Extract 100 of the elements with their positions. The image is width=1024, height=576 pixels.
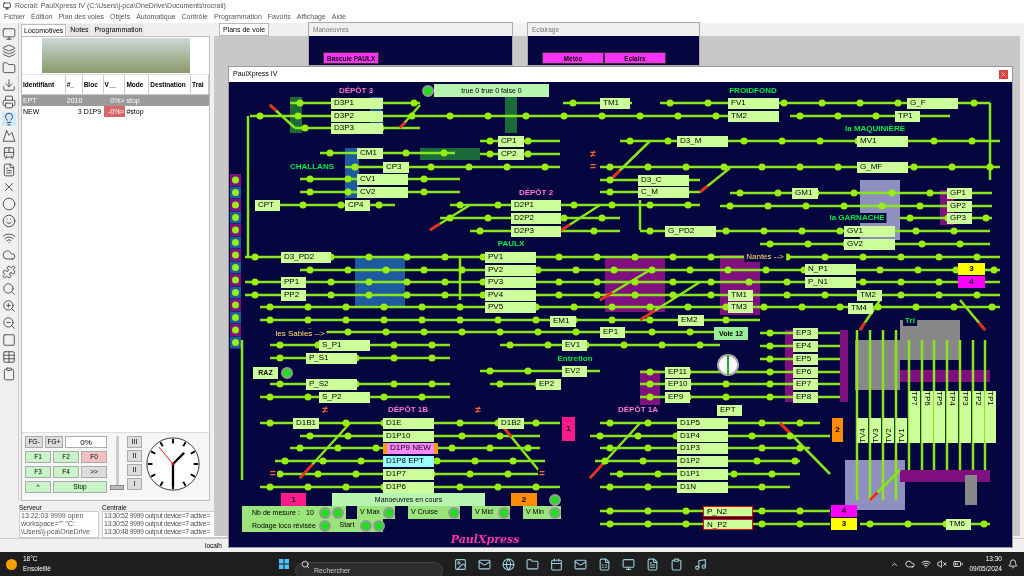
globe-icon[interactable] xyxy=(502,557,515,571)
track-block[interactable]: GV1 xyxy=(844,226,895,237)
track-block[interactable]: G_PD2 xyxy=(665,226,716,237)
track-block[interactable]: TM1 xyxy=(600,98,630,109)
track-block[interactable]: TM2 xyxy=(857,290,882,301)
track-block[interactable]: G_F xyxy=(907,98,958,109)
track-block[interactable]: D1P1 xyxy=(677,469,728,480)
track-block[interactable]: GV2 xyxy=(844,239,895,250)
mute-icon[interactable] xyxy=(937,559,948,569)
search-icon[interactable] xyxy=(2,282,16,296)
track-block[interactable]: D2P3 xyxy=(511,226,561,237)
track-block[interactable]: CP3 xyxy=(383,162,409,173)
track-block[interactable]: GP3 xyxy=(947,213,972,224)
clipboard-icon[interactable] xyxy=(2,367,16,381)
track-block[interactable]: D1P2 xyxy=(677,456,728,467)
track-block[interactable]: D1N xyxy=(677,482,728,493)
close-icon[interactable] xyxy=(2,180,16,194)
track-block[interactable]: CV2 xyxy=(357,187,408,198)
track-block[interactable]: PV3 xyxy=(485,277,536,288)
route-marker[interactable]: 2 xyxy=(832,418,843,442)
track-block[interactable]: D1P3 xyxy=(677,443,728,454)
track-block[interactable]: MV1 xyxy=(857,136,908,147)
track-block[interactable]: D1P7 xyxy=(383,469,434,480)
smiley-icon[interactable] xyxy=(2,214,16,228)
track-block[interactable]: TP7 xyxy=(909,391,920,443)
track-block[interactable]: P_S2 xyxy=(306,379,357,390)
track-block[interactable]: CV1 xyxy=(357,174,408,185)
track-block[interactable]: EP9 xyxy=(665,392,690,403)
track-block[interactable]: P_N2 xyxy=(703,506,753,517)
route-marker[interactable]: 3 xyxy=(831,518,857,530)
track-block[interactable]: D1P6 xyxy=(383,482,434,493)
track-block[interactable]: EP5 xyxy=(793,354,818,365)
track-block[interactable]: TM2 xyxy=(728,111,779,122)
spreadsheet-icon[interactable] xyxy=(598,557,611,571)
track-block[interactable]: D3P3 xyxy=(331,123,383,134)
clipboard-icon[interactable] xyxy=(670,557,683,571)
track-block[interactable]: D1B2 xyxy=(498,418,524,429)
track-block[interactable]: TP6 xyxy=(922,391,933,443)
track-block[interactable]: CM1 xyxy=(357,148,383,159)
track-block[interactable]: PP2 xyxy=(281,290,306,301)
track-block[interactable]: EPT xyxy=(717,405,742,416)
track-block[interactable]: GP2 xyxy=(947,201,972,212)
track-block[interactable]: GM1 xyxy=(792,188,818,199)
track-block[interactable]: CP2 xyxy=(498,149,524,160)
track-block[interactable]: TP2 xyxy=(973,391,984,443)
table-icon[interactable] xyxy=(2,350,16,364)
track-block[interactable]: TV3 xyxy=(870,418,881,443)
track-block[interactable]: EP4 xyxy=(793,341,818,352)
track-block[interactable]: CP4 xyxy=(345,200,370,211)
folder-icon[interactable] xyxy=(526,557,539,571)
track-block[interactable]: TM3 xyxy=(728,302,753,313)
track-block[interactable]: EP1 xyxy=(600,327,625,338)
track-block[interactable]: P_N1 xyxy=(805,277,856,288)
track-block[interactable]: TP5 xyxy=(934,391,945,443)
cloud-icon[interactable] xyxy=(905,559,916,569)
puzzle-icon[interactable] xyxy=(2,265,16,279)
track-block[interactable]: TM6 xyxy=(946,519,971,530)
calendar-icon[interactable] xyxy=(550,557,563,571)
track-block[interactable]: CPT xyxy=(255,200,280,211)
route-marker[interactable]: 1 xyxy=(281,493,306,506)
track-block[interactable]: TP1 xyxy=(895,111,920,122)
zoom-in-icon[interactable] xyxy=(2,299,16,313)
wifi-icon[interactable] xyxy=(921,559,932,569)
track-block[interactable]: EP3 xyxy=(793,328,818,339)
track-block[interactable]: C_M xyxy=(638,187,689,198)
printer-icon[interactable] xyxy=(2,95,16,109)
track-block[interactable]: S_P2 xyxy=(319,392,370,403)
monitor-icon[interactable] xyxy=(622,557,635,571)
track-block[interactable]: PV2 xyxy=(485,265,536,276)
cloud-icon[interactable] xyxy=(2,248,16,262)
track-block[interactable]: P_S1 xyxy=(306,353,357,364)
route-marker[interactable]: 4 xyxy=(831,505,857,517)
document-icon[interactable] xyxy=(2,163,16,177)
track-block[interactable]: PP1 xyxy=(281,277,306,288)
record-icon[interactable] xyxy=(2,197,16,211)
track-block[interactable]: D1P4 xyxy=(677,431,728,442)
windows-logo-icon[interactable] xyxy=(279,559,289,569)
track-block[interactable]: D3P1 xyxy=(331,98,383,109)
track-block[interactable]: D3_C xyxy=(638,175,689,186)
route-marker[interactable]: 4 xyxy=(958,276,985,288)
route-marker[interactable]: 1 xyxy=(562,417,575,441)
track-block[interactable]: TM1 xyxy=(728,290,753,301)
track-block[interactable]: TM4 xyxy=(848,303,873,314)
track-block[interactable]: D1B1 xyxy=(293,418,319,429)
track-block[interactable]: D3_PD2 xyxy=(281,252,331,263)
mail-icon[interactable] xyxy=(478,557,491,571)
track-block[interactable]: PV4 xyxy=(485,290,536,301)
track-block[interactable]: N_P1 xyxy=(805,264,856,275)
track-block[interactable]: FV1 xyxy=(728,98,779,109)
notification-icon[interactable] xyxy=(1008,559,1018,569)
monitor-icon[interactable] xyxy=(2,27,16,41)
track-block[interactable]: TP1 xyxy=(985,391,996,443)
track-block[interactable]: PV5 xyxy=(485,302,536,313)
track-block[interactable]: EP6 xyxy=(793,367,818,378)
track-block[interactable]: D1E xyxy=(383,418,434,429)
track-block[interactable]: TP4 xyxy=(947,391,958,443)
track-block[interactable]: PV1 xyxy=(485,252,536,263)
track-block[interactable]: EM1 xyxy=(550,316,576,327)
track-block[interactable]: TV1 xyxy=(896,418,907,443)
track-block[interactable]: D1P8 EPT xyxy=(383,456,434,467)
